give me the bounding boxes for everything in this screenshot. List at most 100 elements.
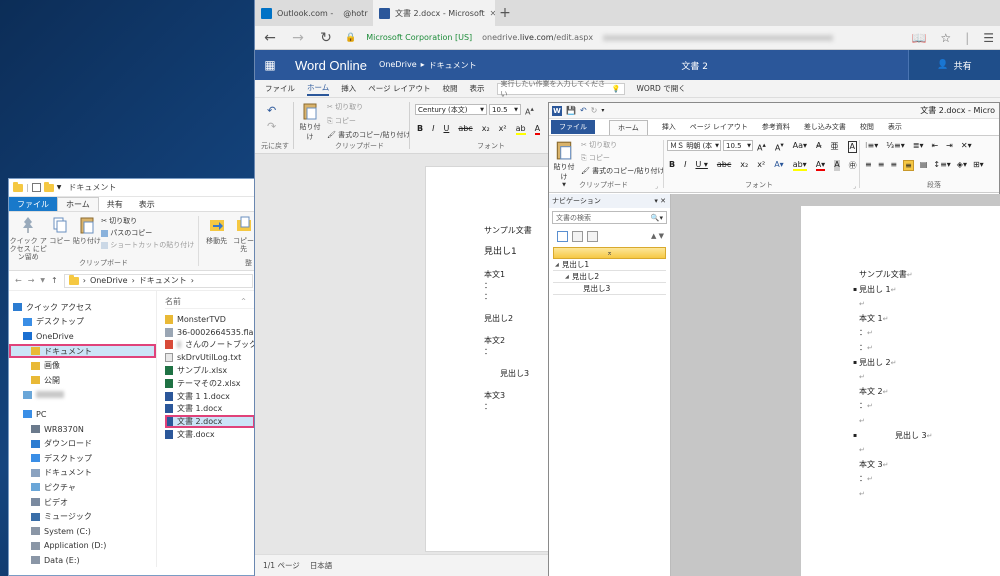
file-item[interactable]: 文書 1 1.docx bbox=[165, 390, 257, 403]
wd-tab-view[interactable]: 表示 bbox=[888, 122, 902, 132]
nav-item[interactable]: 公開 bbox=[9, 373, 156, 388]
share-button[interactable]: 👤 共有 bbox=[908, 50, 1000, 80]
favorite-star-icon[interactable]: ☆ bbox=[940, 31, 951, 45]
up-arrow-icon[interactable]: ↑ bbox=[51, 276, 58, 285]
wd-tab-page-layout[interactable]: ページ レイアウト bbox=[690, 122, 748, 132]
browse-headings-icon[interactable] bbox=[557, 230, 568, 242]
file-item[interactable]: 文書 2.docx bbox=[165, 415, 255, 429]
cut-button[interactable]: ✂ 切り取り bbox=[101, 216, 194, 226]
wd-tab-file[interactable]: ファイル bbox=[551, 120, 595, 134]
redo-icon[interactable]: ↷ bbox=[267, 120, 276, 133]
wd-copy-button[interactable]: ⎘ コピー bbox=[581, 153, 664, 163]
wd-font-size-select[interactable]: 10.5 ▼ bbox=[723, 140, 753, 151]
outline-heading-item[interactable]: ◢ 見出し1 bbox=[553, 259, 666, 271]
font-color-icon[interactable]: A bbox=[534, 124, 541, 135]
wo-font-name-select[interactable]: Century (本文) ▼ bbox=[415, 104, 487, 115]
copy-path-button[interactable]: パスのコピー bbox=[101, 228, 194, 238]
wd-cut-button[interactable]: ✂ 切り取り bbox=[581, 140, 664, 150]
breadcrumb-documents[interactable]: ドキュメント bbox=[139, 275, 187, 286]
numbering-icon[interactable]: ⅓≡▾ bbox=[886, 141, 904, 150]
file-item[interactable]: テーマその2.xlsx bbox=[165, 377, 257, 390]
shading-icon[interactable]: ◈▾ bbox=[957, 160, 967, 171]
pane-options-icon[interactable]: ▾ ✕ bbox=[654, 197, 666, 205]
file-item[interactable]: さんのノートブック bbox=[165, 339, 257, 352]
nav-item[interactable]: ドキュメント bbox=[9, 343, 156, 359]
wo-tab-page-layout[interactable]: ページ レイアウト bbox=[368, 83, 430, 94]
nav-item[interactable]: OneDrive bbox=[9, 329, 156, 344]
properties-icon[interactable] bbox=[31, 183, 41, 192]
wo-paste-button[interactable]: 貼り付け bbox=[297, 102, 323, 142]
shrink-font-icon[interactable]: A▾ bbox=[775, 141, 784, 153]
wo-tab-view[interactable]: 表示 bbox=[470, 83, 485, 94]
bold-icon[interactable]: B bbox=[417, 124, 423, 135]
browse-pages-icon[interactable] bbox=[572, 230, 583, 242]
menu-icon[interactable]: ☰ bbox=[983, 31, 994, 45]
paste-shortcut-button[interactable]: ショートカットの貼り付け bbox=[101, 240, 194, 250]
superscript-icon[interactable]: x² bbox=[757, 160, 765, 171]
nav-item[interactable]: 画像 bbox=[9, 358, 156, 373]
new-folder-icon[interactable] bbox=[43, 181, 54, 192]
breadcrumb-onedrive[interactable]: OneDrive bbox=[90, 276, 128, 285]
file-item[interactable]: MonsterTVD bbox=[165, 313, 257, 326]
wo-tab-insert[interactable]: 挿入 bbox=[341, 83, 356, 94]
line-spacing-icon[interactable]: ↕≡▾ bbox=[933, 160, 950, 171]
reading-view-icon[interactable]: 📖 bbox=[911, 31, 926, 45]
explorer-tab-file[interactable]: ファイル bbox=[9, 197, 57, 211]
file-item[interactable]: skDrvUtilLog.txt bbox=[165, 351, 257, 364]
wo-tab-file[interactable]: ファイル bbox=[265, 83, 295, 94]
italic-icon[interactable]: I bbox=[684, 160, 686, 171]
nav-item[interactable]: PC bbox=[9, 407, 156, 422]
wo-tab-home[interactable]: ホーム bbox=[307, 82, 330, 96]
wo-grow-font-icon[interactable]: A▴ bbox=[525, 105, 534, 117]
nav-item[interactable] bbox=[9, 388, 156, 403]
language-status[interactable]: 日本語 bbox=[310, 560, 333, 571]
char-shading-icon[interactable]: A bbox=[834, 160, 840, 171]
crumb-documents[interactable]: ドキュメント bbox=[429, 60, 477, 71]
move-to-button[interactable]: 移動先 bbox=[203, 212, 230, 270]
superscript-icon[interactable]: x² bbox=[499, 124, 507, 135]
strikethrough-icon[interactable]: abc bbox=[458, 124, 472, 135]
url-field[interactable]: onedrive.live.com/edit.aspx bbox=[482, 33, 593, 42]
wo-tab-review[interactable]: 校閲 bbox=[443, 83, 458, 94]
nav-item[interactable]: ビデオ bbox=[9, 495, 156, 510]
document-title[interactable]: 文書 2 bbox=[681, 59, 708, 72]
enclose-char-icon[interactable]: ㊥ bbox=[849, 160, 857, 171]
document-search-input[interactable]: 文書の検索 🔍▾ bbox=[552, 211, 667, 224]
subscript-icon[interactable]: x₂ bbox=[740, 160, 748, 171]
undo-icon[interactable]: ↶ bbox=[267, 104, 276, 117]
app-launcher-icon[interactable]: ▦ bbox=[255, 50, 285, 80]
refresh-icon[interactable]: ↻ bbox=[317, 30, 335, 46]
collapse-triangle-icon[interactable]: ◢ bbox=[565, 274, 569, 280]
bullets-icon[interactable]: ⁝≡▾ bbox=[865, 141, 878, 150]
save-icon[interactable]: 💾 bbox=[566, 106, 576, 115]
nav-item[interactable]: デスクトップ bbox=[9, 315, 156, 330]
tab-word-document[interactable]: 文書 2.docx - Microsoft ✕ bbox=[373, 0, 495, 26]
wo-copy-button[interactable]: ⎘ コピー bbox=[327, 116, 410, 126]
increase-indent-icon[interactable]: ⇥ bbox=[946, 141, 953, 150]
quick-access-dropdown-icon[interactable]: ▼ bbox=[57, 184, 62, 191]
outline-top-bar[interactable]: ⌅ bbox=[553, 247, 666, 259]
prev-next-arrows-icon[interactable]: ▲ ▼ bbox=[651, 232, 664, 240]
forward-arrow-icon[interactable]: → bbox=[289, 30, 307, 46]
nav-item[interactable]: ミュージック bbox=[9, 509, 156, 524]
wd-tab-references[interactable]: 参考資料 bbox=[762, 122, 790, 132]
collapse-triangle-icon[interactable]: ◢ bbox=[555, 262, 559, 268]
char-border-icon[interactable]: A bbox=[847, 141, 858, 153]
wo-font-size-select[interactable]: 10.5 ▼ bbox=[489, 104, 521, 115]
qat-dropdown-icon[interactable]: ▾ bbox=[601, 107, 604, 114]
hub-icon[interactable]: | bbox=[965, 31, 969, 45]
open-in-word-button[interactable]: WORD で開く bbox=[637, 83, 686, 94]
explorer-tab-share[interactable]: 共有 bbox=[99, 197, 131, 211]
column-header-name[interactable]: 名前 ^ bbox=[165, 295, 257, 309]
back-arrow-icon[interactable]: ← bbox=[15, 276, 22, 285]
word-online-page[interactable]: サンプル文書 見出し1 本文1 ： ： 見出し2 本文2 ： 見出し3 本文3 ： bbox=[425, 166, 555, 552]
copy-button[interactable]: コピー bbox=[47, 212, 72, 270]
ev-certificate-label[interactable]: Microsoft Corporation [US] bbox=[366, 33, 472, 42]
subscript-icon[interactable]: x₂ bbox=[482, 124, 490, 135]
pin-quick-access-button[interactable]: クイック アクセス にピン留め bbox=[9, 212, 47, 270]
wd-tab-insert[interactable]: 挿入 bbox=[662, 122, 676, 132]
phonetic-guide-icon[interactable]: 亜 bbox=[831, 141, 839, 153]
explorer-tab-home[interactable]: ホーム bbox=[57, 197, 99, 211]
new-tab-button[interactable]: + bbox=[495, 0, 515, 26]
copy-to-button[interactable]: コピー先 bbox=[230, 212, 257, 270]
